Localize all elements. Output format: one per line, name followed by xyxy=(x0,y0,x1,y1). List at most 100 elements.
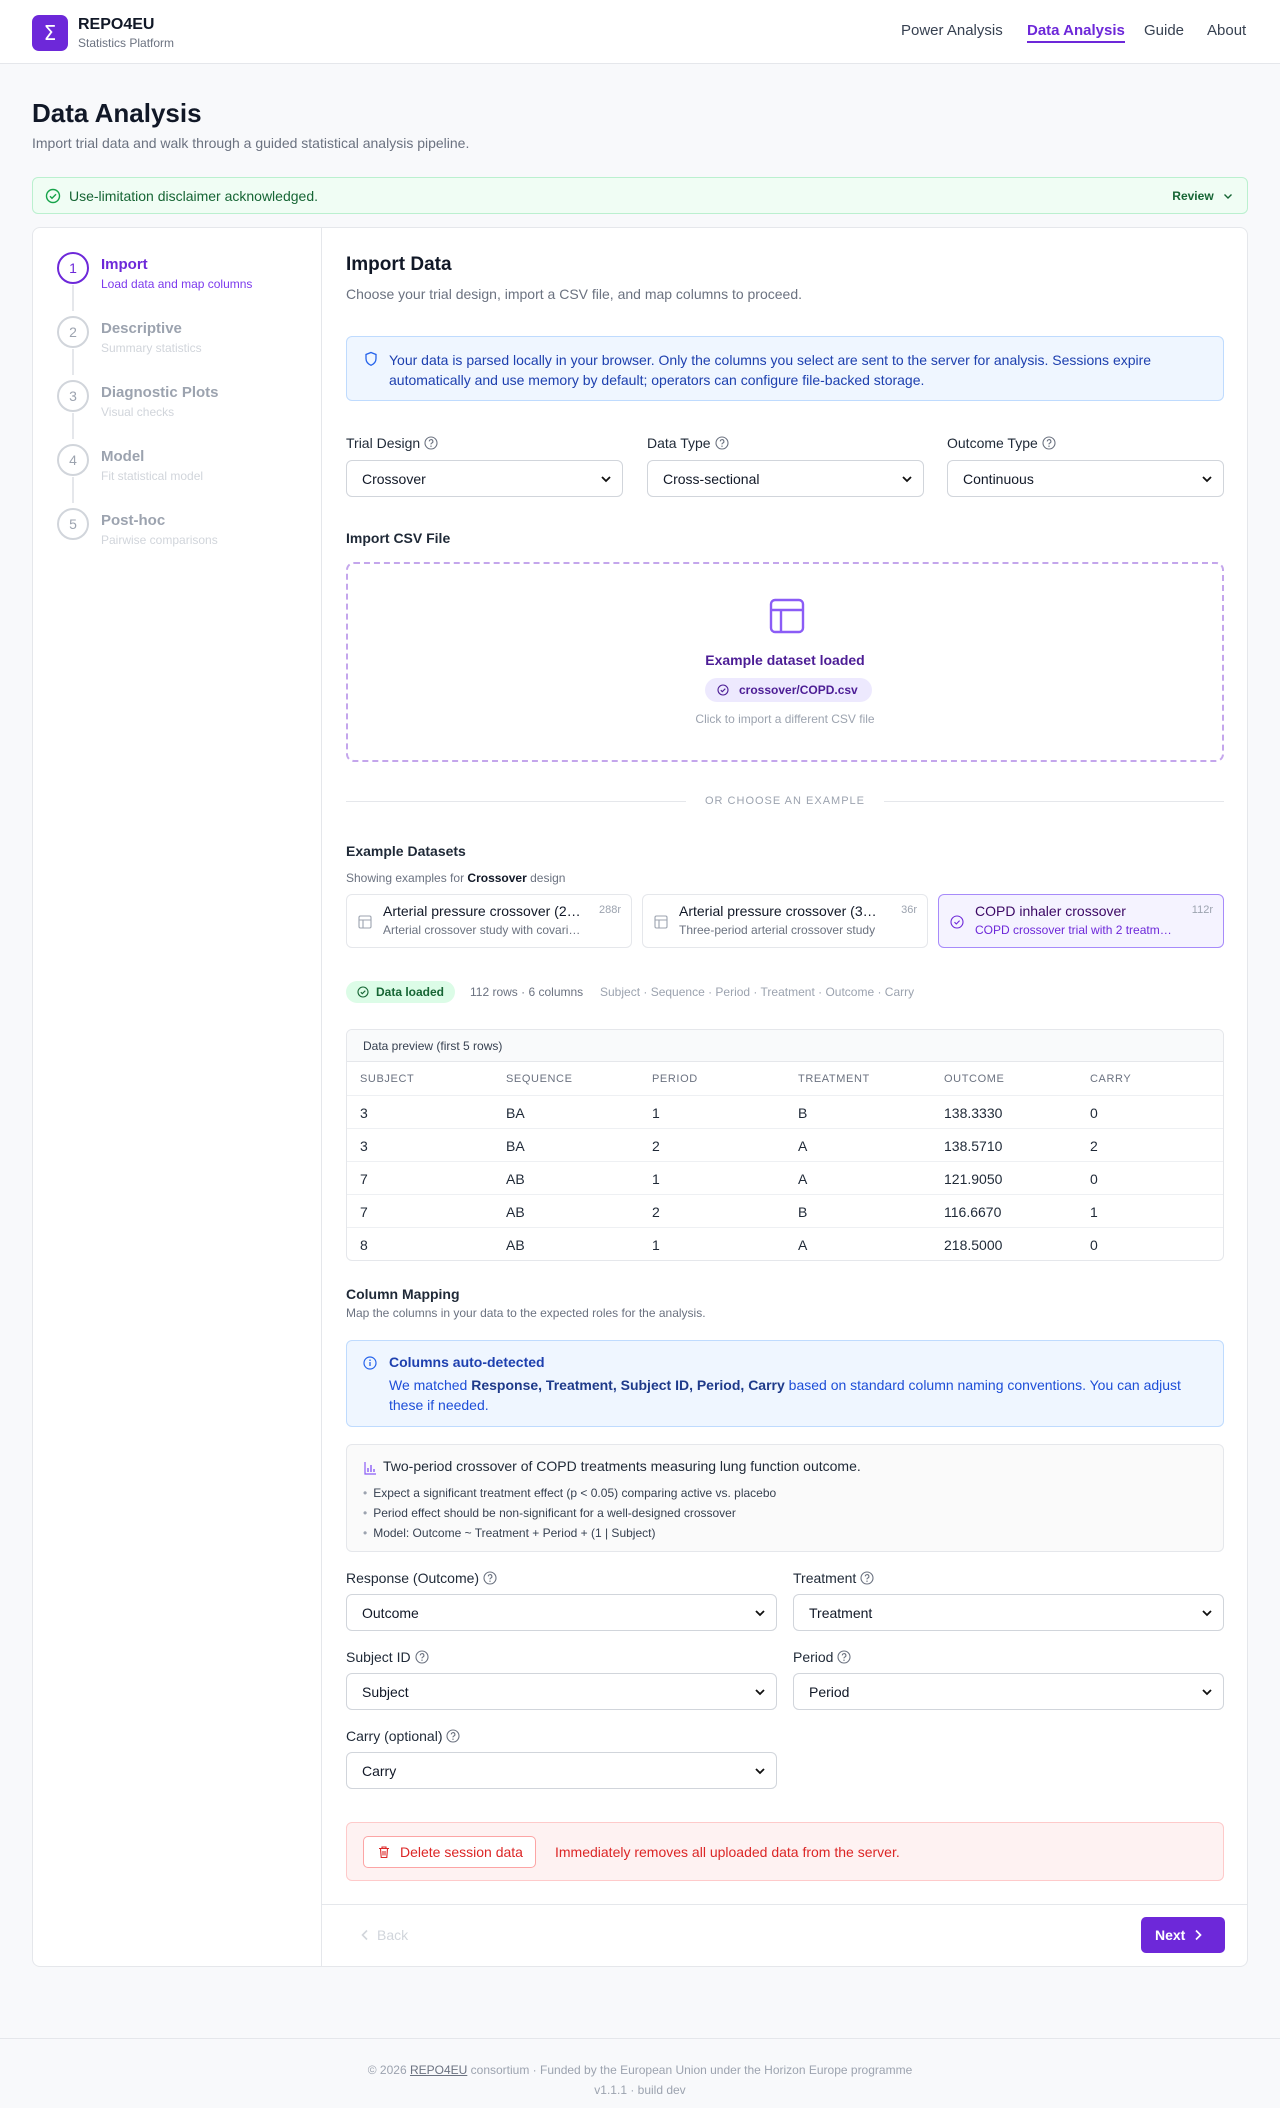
csv-label: Import CSV File xyxy=(346,530,451,546)
help-icon[interactable] xyxy=(837,1650,852,1664)
hint-title: Two-period crossover of COPD treatments … xyxy=(383,1458,861,1474)
dataset-hint-box: Two-period crossover of COPD treatments … xyxy=(346,1444,1224,1552)
treatment-label: Treatment xyxy=(793,1570,874,1586)
step-4-number[interactable]: 4 xyxy=(57,444,89,476)
help-icon[interactable] xyxy=(415,1650,429,1664)
trial-design-label-text: Trial Design xyxy=(346,435,421,451)
step-connector xyxy=(72,349,74,375)
example-dataset-card[interactable]: Arterial pressure crossover (3 periods) … xyxy=(642,894,928,948)
response-select[interactable]: Outcome xyxy=(346,1594,777,1631)
table-cell: 1 xyxy=(652,1105,660,1121)
privacy-info-text: Your data is parsed locally in your brow… xyxy=(389,352,1152,388)
data-type-label-text: Data Type xyxy=(647,435,711,451)
step-2-label[interactable]: Descriptive xyxy=(101,320,182,337)
info-icon xyxy=(363,1356,377,1370)
data-loaded-text: Data loaded xyxy=(376,985,445,999)
back-label: Back xyxy=(377,1927,409,1943)
help-icon[interactable] xyxy=(860,1571,874,1585)
table-cell: AB xyxy=(506,1204,525,1220)
help-icon[interactable] xyxy=(715,436,729,450)
logo-icon[interactable]: Σ xyxy=(32,15,68,51)
trial-design-label: Trial Design xyxy=(346,435,438,451)
csv-dropzone[interactable]: Example dataset loaded crossover/COPD.cs… xyxy=(346,562,1224,762)
dataset-rows: 112r xyxy=(1191,904,1213,916)
step-5-desc: Pairwise comparisons xyxy=(101,533,218,547)
nav-about[interactable]: About xyxy=(1207,22,1246,39)
next-label: Next xyxy=(1155,1927,1186,1943)
page-subtitle: Import trial data and walk through a gui… xyxy=(32,135,470,151)
nav-power-analysis[interactable]: Power Analysis xyxy=(901,22,1003,39)
treatment-select[interactable]: Treatment xyxy=(793,1594,1224,1631)
subject-select[interactable]: Subject xyxy=(346,1673,777,1710)
chevron-left-icon xyxy=(361,1929,368,1941)
hint-item-text: Model: Outcome ~ Treatment + Period + (1… xyxy=(373,1526,656,1540)
trial-design-value: Crossover xyxy=(362,471,426,487)
step-connector xyxy=(72,477,74,503)
hint-item-text: Period effect should be non-significant … xyxy=(373,1506,736,1520)
wizard-nav-bar: Back Next xyxy=(322,1904,1247,1966)
help-icon[interactable] xyxy=(424,436,438,450)
table-cell: 2 xyxy=(1090,1138,1098,1154)
data-loaded-badge: Data loaded xyxy=(346,981,456,1003)
help-icon[interactable] xyxy=(483,1571,497,1585)
example-dataset-card[interactable]: Arterial pressure crossover (2 periods) … xyxy=(346,894,632,948)
outcome-type-select[interactable]: Continuous xyxy=(947,460,1224,497)
auto-detect-info: Columns auto-detected We matched Respons… xyxy=(346,1340,1224,1427)
step-4-label[interactable]: Model xyxy=(101,448,144,465)
mapping-title: Column Mapping xyxy=(346,1286,460,1302)
table-cell: 218.5000 xyxy=(944,1237,1003,1253)
step-1-label[interactable]: Import xyxy=(101,256,148,273)
section-title: Import Data xyxy=(346,254,452,275)
import-panel: Import Data Choose your trial design, im… xyxy=(322,228,1247,1966)
review-button[interactable]: Review xyxy=(1172,189,1233,203)
table-cell: BA xyxy=(506,1138,525,1154)
page-footer: © 2026 REPO4EU consortium · Funded by th… xyxy=(0,2038,1280,2108)
data-type-select[interactable]: Cross-sectional xyxy=(647,460,924,497)
examples-hint: Showing examples for Crossover design xyxy=(346,871,565,885)
step-5-number[interactable]: 5 xyxy=(57,508,89,540)
period-select[interactable]: Period xyxy=(793,1673,1224,1710)
table-row: 8 AB 1 A 218.5000 0 xyxy=(347,1228,1223,1260)
table-row: 3 BA 1 B 138.3330 0 xyxy=(347,1096,1223,1129)
chevron-down-icon xyxy=(1202,1610,1212,1617)
auto-detect-title: Columns auto-detected xyxy=(389,1354,545,1370)
trial-design-select[interactable]: Crossover xyxy=(346,460,623,497)
table-cell: 7 xyxy=(360,1204,368,1220)
disclaimer-banner: Use-limitation disclaimer acknowledged. … xyxy=(32,177,1248,214)
table-cell: 138.3330 xyxy=(944,1105,1003,1121)
step-1-number[interactable]: 1 xyxy=(57,252,89,284)
back-button[interactable]: Back xyxy=(360,1927,408,1943)
auto-detect-cols: Response, Treatment, Subject ID, Period,… xyxy=(471,1377,785,1393)
top-header: Σ REPO4EU Statistics Platform Power Anal… xyxy=(0,0,1280,64)
footer-pre: © 2026 xyxy=(367,2063,410,2077)
table-icon xyxy=(358,915,372,929)
chevron-right-icon xyxy=(1195,1929,1203,1941)
footer-link[interactable]: REPO4EU xyxy=(410,2063,467,2077)
period-value: Period xyxy=(809,1684,850,1700)
dataset-rows: 36r xyxy=(901,904,917,916)
step-2-number[interactable]: 2 xyxy=(57,316,89,348)
next-button[interactable]: Next xyxy=(1141,1917,1225,1953)
table-cell: 3 xyxy=(360,1105,368,1121)
help-icon[interactable] xyxy=(1042,436,1056,450)
nav-data-analysis[interactable]: Data Analysis xyxy=(1027,22,1125,43)
help-icon[interactable] xyxy=(446,1729,461,1743)
nav-guide[interactable]: Guide xyxy=(1144,22,1184,39)
example-dataset-card-selected[interactable]: COPD inhaler crossover COPD crossover tr… xyxy=(938,894,1224,948)
brand-title[interactable]: REPO4EU xyxy=(78,16,154,34)
step-3-number[interactable]: 3 xyxy=(57,380,89,412)
response-value: Outcome xyxy=(362,1605,419,1621)
outcome-type-value: Continuous xyxy=(963,471,1034,487)
table-cell: 116.6670 xyxy=(944,1204,1002,1220)
table-cell: AB xyxy=(506,1171,525,1187)
table-cell: AB xyxy=(506,1237,525,1253)
table-cell: 3 xyxy=(360,1138,368,1154)
step-5-label[interactable]: Post-hoc xyxy=(101,512,165,529)
carry-select[interactable]: Carry xyxy=(346,1752,777,1789)
table-cell: 0 xyxy=(1090,1171,1098,1187)
period-label-text: Period xyxy=(793,1649,834,1665)
step-3-label[interactable]: Diagnostic Plots xyxy=(101,384,219,401)
delete-session-button[interactable]: Delete session data xyxy=(363,1836,536,1868)
table-row: 7 AB 1 A 121.9050 0 xyxy=(347,1162,1223,1195)
col-header: PERIOD xyxy=(652,1073,698,1085)
